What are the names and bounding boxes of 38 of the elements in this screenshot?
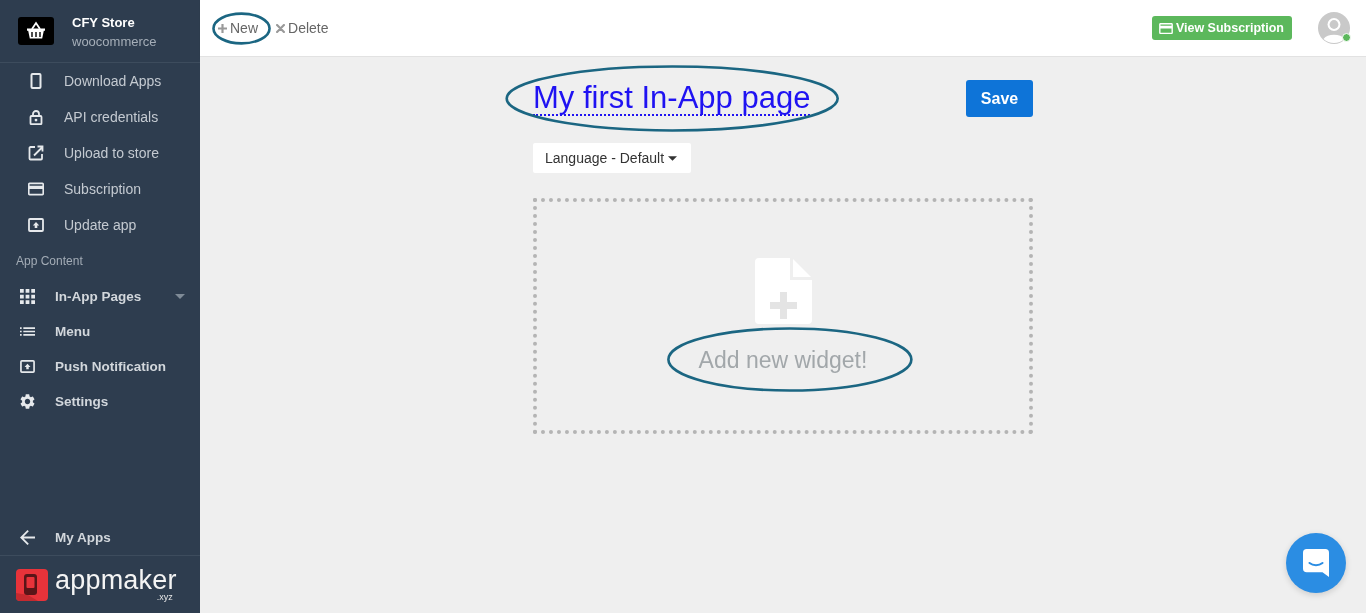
- sidebar-item[interactable]: API credentials: [0, 99, 200, 135]
- plus-icon: [218, 23, 227, 33]
- cross-icon: [276, 23, 285, 33]
- basket-icon: [18, 17, 54, 45]
- brand-name: appmaker: [55, 567, 177, 593]
- language-dropdown[interactable]: Language - Default: [533, 143, 692, 173]
- padlock-icon: [28, 109, 44, 125]
- sidebar-item[interactable]: Push Notification: [0, 349, 200, 384]
- credit-card-icon: [28, 181, 44, 197]
- caret-icon: [668, 155, 678, 161]
- avatar-icon[interactable]: [1318, 12, 1350, 44]
- upload-screen-icon: [20, 359, 35, 374]
- external-link-icon: [28, 145, 44, 161]
- back-arrow-icon: [20, 529, 35, 545]
- chat-bubble-icon: [1303, 549, 1329, 577]
- sidebar-item[interactable]: Subscription: [0, 171, 200, 207]
- sidebar-item[interactable]: Download Apps: [0, 63, 200, 99]
- upload-screen-icon: [28, 217, 44, 233]
- sidebar-item[interactable]: Upload to store: [0, 135, 200, 171]
- brand-suffix: .xyz: [156, 593, 173, 602]
- caret-icon: [175, 294, 185, 299]
- list-icon: [20, 324, 35, 339]
- save-button[interactable]: Save: [966, 80, 1033, 117]
- section-title: App Content: [15, 253, 84, 270]
- store-name: CFY Store: [72, 15, 136, 30]
- credit-card-icon: [1158, 22, 1173, 34]
- sidebar-item[interactable]: Update app: [0, 207, 200, 243]
- sidebar-item[interactable]: Menu: [0, 314, 200, 349]
- delete-button[interactable]: Delete: [274, 18, 331, 38]
- settings-icon: [20, 394, 35, 409]
- sidebar-item[interactable]: In-App Pages: [0, 279, 200, 314]
- file-plus-icon: [754, 258, 812, 324]
- store-platform: woocommerce: [72, 34, 157, 49]
- add-widget-prompt: Add new widget!: [698, 347, 868, 374]
- phone-icon: [28, 73, 44, 89]
- sidebar-item[interactable]: Settings: [0, 384, 200, 419]
- grid-icon: [20, 289, 35, 304]
- phone-logo-icon: [16, 568, 48, 601]
